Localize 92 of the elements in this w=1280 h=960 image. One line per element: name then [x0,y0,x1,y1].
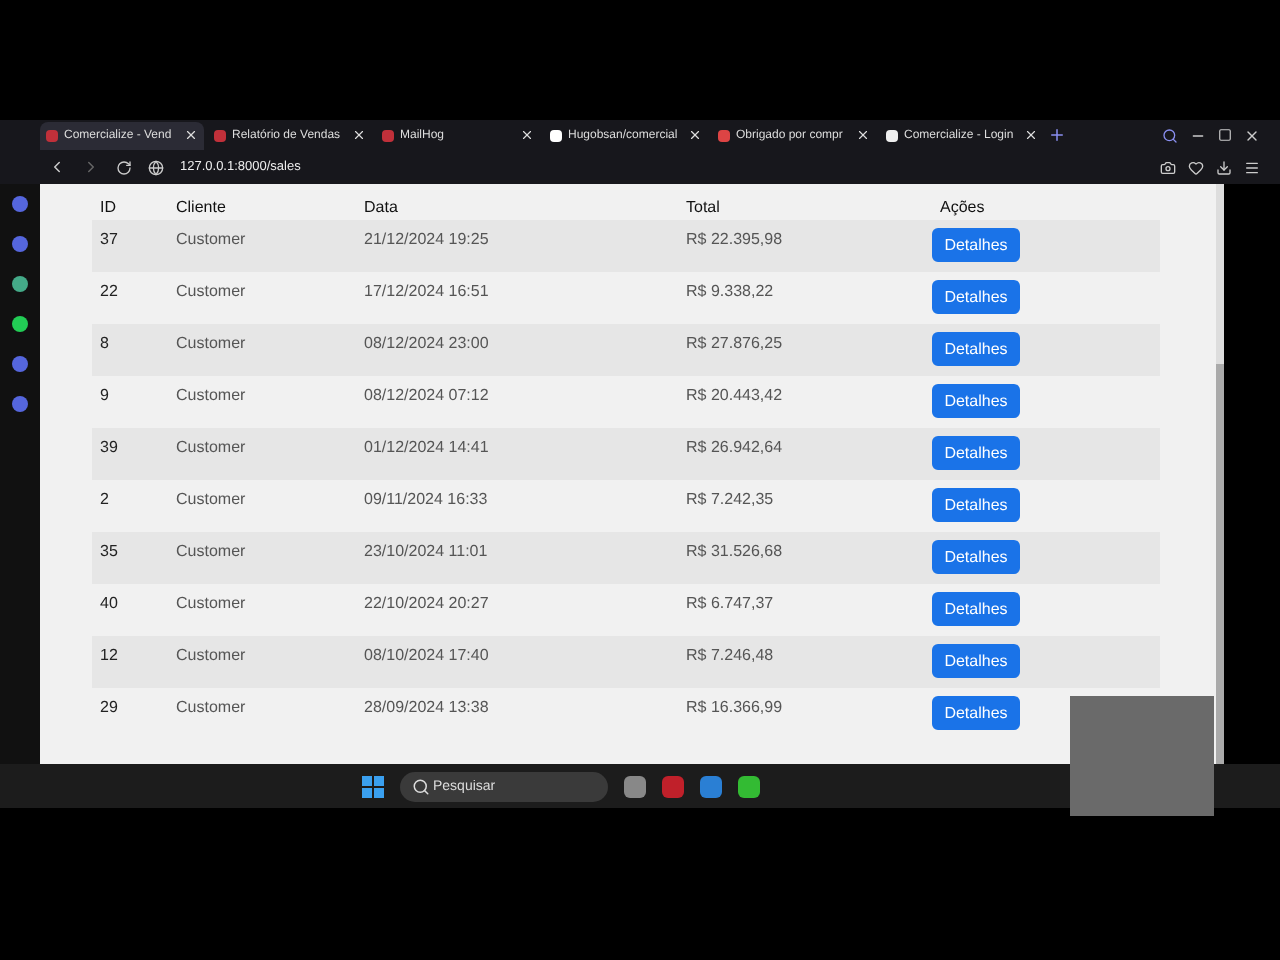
details-button[interactable]: Detalhes [932,696,1020,730]
table-cell-text: 39 [98,436,120,460]
table-cell-text: 08/12/2024 07:12 [362,384,491,408]
search-icon[interactable] [1162,127,1178,143]
app-icon[interactable] [12,356,28,372]
table-cell-text: Customer [174,540,248,564]
download-icon[interactable] [1216,159,1232,175]
table-cell-text: 29 [98,696,120,720]
camera-icon[interactable] [1160,159,1176,175]
table-cell-text: Customer [174,644,248,668]
table-cell-text: R$ 16.366,99 [684,696,785,720]
details-button[interactable]: Detalhes [932,228,1020,262]
favicon-icon [214,129,226,141]
table-cell-text: 17/12/2024 16:51 [362,280,491,304]
details-button[interactable]: Detalhes [932,488,1020,522]
table-cell-text: R$ 26.942,64 [684,436,785,460]
table-cell-text: R$ 22.395,98 [684,228,785,252]
windows-icon[interactable] [361,775,383,797]
table-cell-text: R$ 31.526,68 [684,540,785,564]
app-icon[interactable] [12,396,28,412]
favicon-icon [886,129,898,141]
table-cell-text: Customer [174,696,248,720]
table-cell-text: 2 [98,488,111,512]
column-header: ID [98,197,118,215]
favicon-icon [550,129,562,141]
favicon-icon [46,129,58,141]
search-icon [411,777,429,795]
app-icon[interactable] [623,775,645,797]
table-cell-text: 23/10/2024 11:01 [362,540,490,564]
app-icon[interactable] [12,276,28,292]
maximize-icon[interactable] [1218,128,1232,142]
app-icon[interactable] [12,236,28,252]
table-cell-text: R$ 7.246,48 [684,644,776,668]
app-icon[interactable] [12,196,28,212]
close-icon[interactable] [1024,128,1038,142]
table-cell-text: Customer [174,384,248,408]
table-cell-text: Customer [174,332,248,356]
photo-placeholder [1070,696,1214,816]
column-header: Ações [938,197,987,215]
table-cell-text: 01/12/2024 14:41 [362,436,491,460]
column-header: Total [684,197,722,215]
column-header: Data [362,197,400,215]
close-icon[interactable] [184,128,198,142]
table-cell-text: 9 [98,384,111,408]
table-cell-text: 35 [98,540,120,564]
close-icon[interactable] [352,128,366,142]
table-cell-text: 8 [98,332,111,356]
table-cell-text: Customer [174,592,248,616]
details-button[interactable]: Detalhes [932,332,1020,366]
table-cell-text: 22 [98,280,120,304]
close-icon[interactable] [856,128,870,142]
table-cell-text: R$ 9.338,22 [684,280,776,304]
app-icon[interactable] [12,316,28,332]
app-icon[interactable] [699,775,721,797]
table-cell-text: R$ 7.242,35 [684,488,776,512]
table-cell-text: Customer [174,280,248,304]
details-button[interactable]: Detalhes [932,592,1020,626]
details-button[interactable]: Detalhes [932,280,1020,314]
table-cell-text: Customer [174,228,248,252]
close-icon[interactable] [688,128,702,142]
close-icon[interactable] [520,128,534,142]
table-cell-text: 22/10/2024 20:27 [362,592,491,616]
details-button[interactable]: Detalhes [932,644,1020,678]
favicon-icon [718,129,730,141]
table-cell-text: 08/12/2024 23:00 [362,332,491,356]
table-cell-text: R$ 20.443,42 [684,384,785,408]
table-cell-text: Customer [174,488,248,512]
globe-icon [148,159,164,175]
scrollbar[interactable] [1216,184,1224,764]
table-cell-text: 37 [98,228,120,252]
table-cell-text: Customer [174,436,248,460]
reload-icon[interactable] [116,159,132,175]
table-cell-text: R$ 27.876,25 [684,332,785,356]
table-cell-text: R$ 6.747,37 [684,592,776,616]
table-cell-text: 28/09/2024 13:38 [362,696,491,720]
new-tab-icon[interactable] [1048,126,1066,144]
table-cell-text: 40 [98,592,120,616]
table-cell-text: 21/12/2024 19:25 [362,228,491,252]
details-button[interactable]: Detalhes [932,540,1020,574]
app-icon[interactable] [737,775,759,797]
favicon-icon [382,129,394,141]
table-cell-text: 09/11/2024 16:33 [362,488,490,512]
details-button[interactable]: Detalhes [932,436,1020,470]
forward-icon[interactable] [82,158,100,176]
table-cell-text: 12 [98,644,120,668]
heart-icon[interactable] [1188,159,1204,175]
back-icon[interactable] [48,158,66,176]
column-header: Cliente [174,197,228,215]
menu-icon[interactable] [1244,159,1260,175]
close-icon[interactable] [1244,127,1260,143]
details-button[interactable]: Detalhes [932,384,1020,418]
table-cell-text: 08/10/2024 17:40 [362,644,491,668]
